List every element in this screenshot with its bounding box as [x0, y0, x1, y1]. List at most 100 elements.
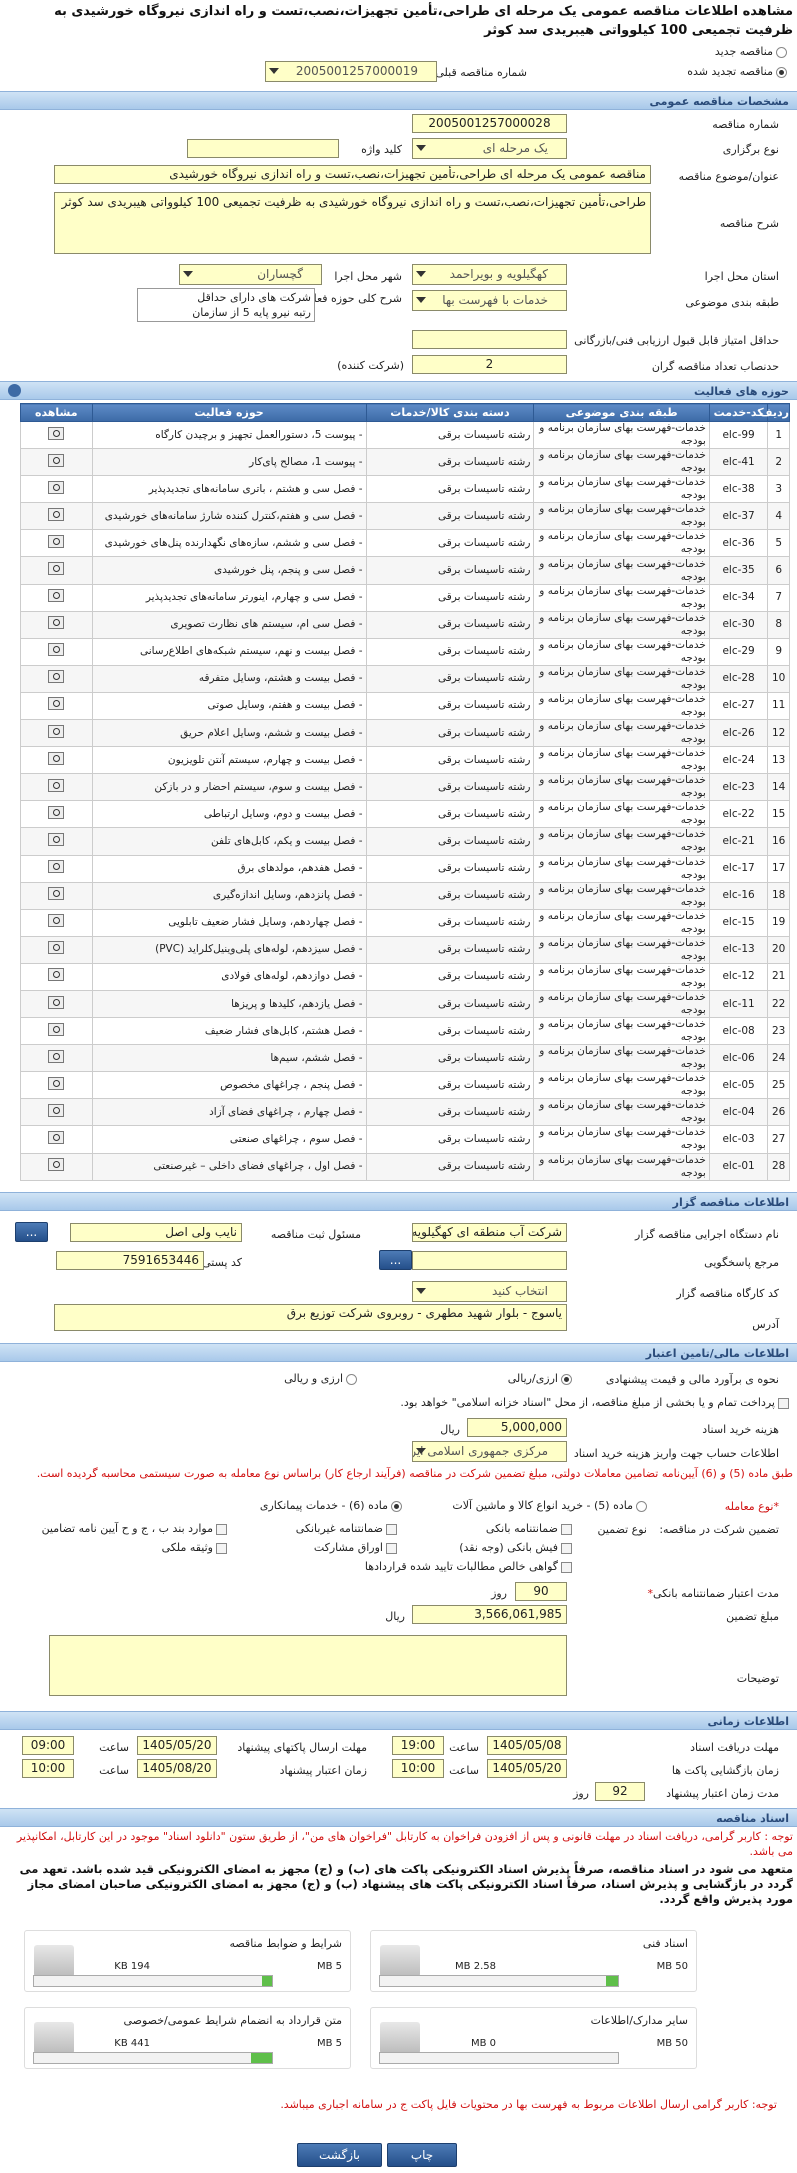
radio-renewed-tender[interactable]: مناقصه تجدید شده [687, 65, 787, 78]
document-file[interactable]: متن قرارداد به انضمام شرایط عمومی/خصوصی 5… [24, 2007, 351, 2069]
workshop-select[interactable]: انتخاب کنید [412, 1281, 567, 1302]
view-cell[interactable] [20, 881, 93, 910]
keyword-field[interactable] [187, 139, 339, 158]
view-icon[interactable] [48, 860, 65, 874]
city-select[interactable]: گچساران [179, 264, 322, 285]
view-icon[interactable] [48, 941, 65, 955]
radio-currency-rial[interactable]: ارزی/ریالی [508, 1372, 572, 1385]
validity-date-field[interactable]: 1405/08/20 [137, 1759, 217, 1778]
view-cell[interactable] [20, 556, 93, 585]
view-icon[interactable] [48, 697, 65, 711]
document-file[interactable]: شرایط و ضوابط مناقصه 5 MB 194 KB [24, 1930, 351, 1992]
guarantee-claims-checkbox[interactable]: گواهی خالص مطالبات تایید شده قراردادها [365, 1560, 572, 1573]
view-cell[interactable] [20, 475, 93, 504]
view-icon[interactable] [48, 914, 65, 928]
view-cell[interactable] [20, 583, 93, 612]
min-score-field[interactable] [412, 330, 567, 349]
view-cell[interactable] [20, 773, 93, 802]
guarantee-bonds-checkbox[interactable]: اوراق مشارکت [314, 1541, 397, 1554]
view-icon[interactable] [48, 426, 65, 440]
view-icon[interactable] [48, 534, 65, 548]
province-select[interactable]: کهگیلویه و بویراحمد [412, 264, 567, 285]
validity-time-field[interactable]: 10:00 [22, 1759, 74, 1778]
account-select[interactable]: مرکزی جمهوری اسلامی ایران [412, 1441, 567, 1462]
back-button[interactable]: بازگشت [297, 2143, 382, 2167]
document-file[interactable]: اسناد فنی 50 MB 2.58 MB [370, 1930, 697, 1992]
view-cell[interactable] [20, 529, 93, 558]
view-icon[interactable] [48, 995, 65, 1009]
min-validity-field[interactable]: 92 [595, 1782, 645, 1801]
view-icon[interactable] [48, 616, 65, 630]
view-icon[interactable] [48, 1076, 65, 1090]
view-cell[interactable] [20, 989, 93, 1019]
postal-field[interactable]: 7591653446 [56, 1251, 204, 1270]
tender-number-field[interactable]: 2005001257000028 [412, 114, 567, 133]
document-file[interactable]: سایر مدارک/اطلاعات 50 MB 0 MB [370, 2007, 697, 2069]
receive-time-field[interactable]: 19:00 [392, 1736, 444, 1755]
guarantee-bylaw-checkbox[interactable]: موارد بند ب ، ج و ح آیین نامه تضامین [42, 1522, 227, 1535]
collapse-icon[interactable] [8, 384, 21, 397]
view-icon[interactable] [48, 968, 65, 982]
view-cell[interactable] [20, 854, 93, 883]
view-icon[interactable] [48, 1049, 65, 1063]
send-time-field[interactable]: 09:00 [22, 1736, 74, 1755]
view-cell[interactable] [20, 502, 93, 531]
view-icon[interactable] [48, 670, 65, 684]
view-icon[interactable] [48, 480, 65, 494]
address-field[interactable]: یاسوج - بلوار شهید مطهری - روبروی شرکت ت… [54, 1304, 567, 1331]
activity-list[interactable]: شرکت های دارای حداقل رتبه نیرو پایه 5 از… [137, 288, 315, 322]
view-cell[interactable] [20, 827, 93, 856]
radio-new-tender[interactable]: مناقصه جدید [715, 45, 787, 58]
radio-article-6[interactable]: ماده (6) - خدمات پیمانکاری [260, 1499, 402, 1512]
view-icon[interactable] [48, 724, 65, 738]
view-icon[interactable] [48, 1103, 65, 1117]
guarantee-bank-checkbox[interactable]: ضمانتنامه بانکی [486, 1522, 572, 1535]
view-icon[interactable] [48, 1158, 65, 1172]
view-cell[interactable] [20, 746, 93, 775]
official-lookup-button[interactable]: ... [15, 1222, 48, 1242]
receive-date-field[interactable]: 1405/05/08 [487, 1736, 567, 1755]
view-cell[interactable] [20, 1125, 93, 1154]
view-icon[interactable] [48, 1130, 65, 1144]
activity-item[interactable]: شرکت های دارای حداقل [141, 290, 311, 305]
print-button[interactable]: چاپ [387, 2143, 457, 2167]
view-cell[interactable] [20, 962, 93, 991]
view-icon[interactable] [48, 887, 65, 901]
view-cell[interactable] [20, 935, 93, 964]
view-cell[interactable] [20, 719, 93, 748]
reference-lookup-button[interactable]: ... [379, 1250, 412, 1270]
category-select[interactable]: خدمات با فهرست بها [412, 290, 567, 311]
radio-article-5[interactable]: ماده (5) - خرید انواع کالا و ماشین آلات [452, 1499, 647, 1512]
type-select[interactable]: یک مرحله ای [412, 138, 567, 159]
view-cell[interactable] [20, 637, 93, 666]
opening-time-field[interactable]: 10:00 [392, 1759, 444, 1778]
view-cell[interactable] [20, 1098, 93, 1127]
view-icon[interactable] [48, 589, 65, 603]
official-field[interactable]: نایب ولی اصل [70, 1223, 242, 1242]
view-icon[interactable] [48, 643, 65, 657]
view-icon[interactable] [48, 778, 65, 792]
doc-fee-field[interactable]: 5,000,000 [467, 1418, 567, 1437]
view-cell[interactable] [20, 1044, 93, 1073]
subject-field[interactable]: مناقصه عمومی یک مرحله ای طراحی،تأمین تجه… [54, 165, 651, 184]
view-icon[interactable] [48, 453, 65, 467]
view-icon[interactable] [48, 832, 65, 846]
min-bidders-field[interactable]: 2 [412, 355, 567, 374]
agency-field[interactable]: شرکت آب منطقه ای کهگیلویه [412, 1223, 567, 1242]
view-cell[interactable] [20, 800, 93, 829]
description-field[interactable]: طراحی،تأمین تجهیزات،نصب،تست و راه اندازی… [54, 192, 651, 254]
view-cell[interactable] [20, 664, 93, 693]
view-icon[interactable] [48, 562, 65, 576]
view-cell[interactable] [20, 1071, 93, 1100]
view-icon[interactable] [48, 1022, 65, 1036]
view-cell[interactable] [20, 1017, 93, 1046]
radio-currency-and-rial[interactable]: ارزی و ریالی [284, 1372, 357, 1385]
treasury-checkbox[interactable]: پرداخت تمام و یا بخشی از مبلغ مناقصه، از… [400, 1396, 789, 1409]
send-date-field[interactable]: 1405/05/20 [137, 1736, 217, 1755]
prev-number-select[interactable]: 2005001257000019 [265, 61, 437, 82]
validity-field[interactable]: 90 [515, 1582, 567, 1601]
view-cell[interactable] [20, 1152, 93, 1181]
view-icon[interactable] [48, 751, 65, 765]
guarantee-cash-checkbox[interactable]: فیش بانکی (وجه نقد) [459, 1541, 572, 1554]
reference-field[interactable] [412, 1251, 567, 1270]
